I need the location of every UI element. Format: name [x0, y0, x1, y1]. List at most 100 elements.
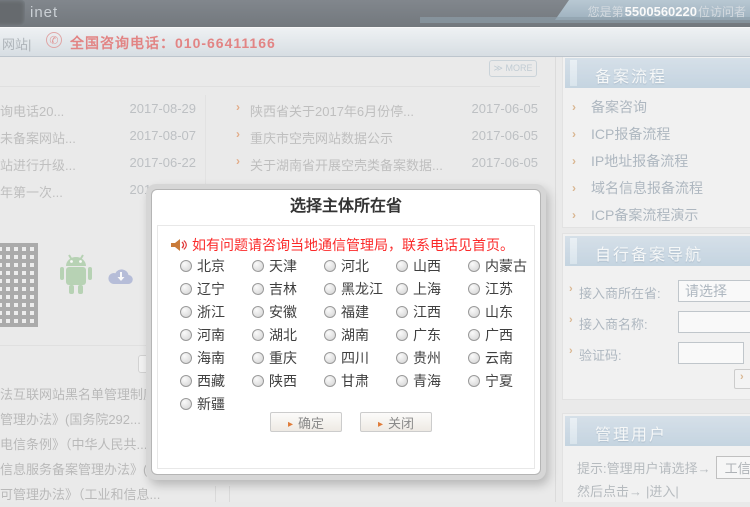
province-label: 河南 [197, 325, 225, 345]
province-option[interactable]: 福建 [324, 300, 396, 323]
confirm-label: 确定 [298, 413, 324, 432]
province-dialog-inner: 选择主体所在省 如有问题请咨询当地通信管理局，联系电话见首页。 北京 [151, 189, 541, 475]
radio-icon[interactable] [252, 352, 264, 364]
province-label: 黑龙江 [341, 279, 383, 299]
arrow-icon [378, 415, 383, 430]
radio-icon[interactable] [252, 375, 264, 387]
province-label: 河北 [341, 256, 369, 276]
province-label: 广西 [485, 325, 513, 345]
province-option[interactable]: 贵州 [396, 346, 468, 369]
radio-icon[interactable] [180, 260, 192, 272]
radio-icon[interactable] [468, 352, 480, 364]
province-label: 山东 [485, 302, 513, 322]
speaker-icon [170, 238, 187, 252]
radio-icon[interactable] [468, 283, 480, 295]
province-label: 重庆 [269, 348, 297, 368]
province-label: 广东 [413, 325, 441, 345]
province-option[interactable]: 广东 [396, 323, 468, 346]
province-label: 内蒙古 [485, 256, 527, 276]
radio-icon[interactable] [252, 283, 264, 295]
province-option[interactable]: 西藏 [180, 369, 252, 392]
province-option[interactable]: 湖北 [252, 323, 324, 346]
province-option[interactable]: 河南 [180, 323, 252, 346]
province-label: 新疆 [197, 394, 225, 414]
radio-icon[interactable] [180, 329, 192, 341]
province-option[interactable]: 安徽 [252, 300, 324, 323]
province-label: 陕西 [269, 371, 297, 391]
province-option[interactable]: 天津 [252, 254, 324, 277]
province-option[interactable]: 江苏 [468, 277, 540, 300]
radio-icon[interactable] [324, 260, 336, 272]
province-option[interactable]: 北京 [180, 254, 252, 277]
confirm-button[interactable]: 确定 [270, 412, 342, 432]
province-option[interactable]: 甘肃 [324, 369, 396, 392]
radio-icon[interactable] [252, 306, 264, 318]
radio-icon[interactable] [396, 375, 408, 387]
radio-icon[interactable] [324, 306, 336, 318]
radio-icon[interactable] [396, 306, 408, 318]
radio-icon[interactable] [468, 329, 480, 341]
province-option[interactable]: 四川 [324, 346, 396, 369]
province-option[interactable]: 宁夏 [468, 369, 540, 392]
radio-icon[interactable] [468, 260, 480, 272]
province-label: 江苏 [485, 279, 513, 299]
province-label: 辽宁 [197, 279, 225, 299]
province-label: 北京 [197, 256, 225, 276]
dialog-content: 如有问题请咨询当地通信管理局，联系电话见首页。 北京 天津 [157, 225, 535, 469]
radio-icon[interactable] [396, 352, 408, 364]
radio-icon[interactable] [324, 283, 336, 295]
province-option[interactable]: 海南 [180, 346, 252, 369]
radio-icon[interactable] [180, 352, 192, 364]
province-label: 四川 [341, 348, 369, 368]
province-option[interactable]: 浙江 [180, 300, 252, 323]
radio-icon[interactable] [180, 398, 192, 410]
province-option[interactable]: 内蒙古 [468, 254, 540, 277]
province-label: 湖北 [269, 325, 297, 345]
province-label: 海南 [197, 348, 225, 368]
radio-icon[interactable] [180, 375, 192, 387]
province-label: 吉林 [269, 279, 297, 299]
radio-icon[interactable] [396, 260, 408, 272]
province-option[interactable]: 山西 [396, 254, 468, 277]
province-label: 云南 [485, 348, 513, 368]
province-option[interactable]: 辽宁 [180, 277, 252, 300]
province-option[interactable]: 河北 [324, 254, 396, 277]
province-label: 江西 [413, 302, 441, 322]
province-option[interactable]: 广西 [468, 323, 540, 346]
province-label: 宁夏 [485, 371, 513, 391]
province-label: 安徽 [269, 302, 297, 322]
province-option[interactable]: 湖南 [324, 323, 396, 346]
province-label: 天津 [269, 256, 297, 276]
radio-icon[interactable] [324, 329, 336, 341]
province-option[interactable]: 黑龙江 [324, 277, 396, 300]
province-option[interactable]: 吉林 [252, 277, 324, 300]
notice-text: 如有问题请咨询当地通信管理局，联系电话见首页。 [192, 235, 514, 255]
radio-icon[interactable] [324, 375, 336, 387]
close-label: 关闭 [388, 413, 414, 432]
dialog-buttons: 确定 关闭 [158, 412, 534, 432]
province-option[interactable]: 山东 [468, 300, 540, 323]
province-option[interactable]: 青海 [396, 369, 468, 392]
province-label: 上海 [413, 279, 441, 299]
radio-icon[interactable] [252, 329, 264, 341]
province-option[interactable]: 云南 [468, 346, 540, 369]
province-option[interactable]: 江西 [396, 300, 468, 323]
dialog-notice: 如有问题请咨询当地通信管理局，联系电话见首页。 [170, 235, 514, 255]
close-button[interactable]: 关闭 [360, 412, 432, 432]
radio-icon[interactable] [180, 306, 192, 318]
province-option[interactable]: 重庆 [252, 346, 324, 369]
province-label: 西藏 [197, 371, 225, 391]
arrow-icon [288, 415, 293, 430]
province-label: 贵州 [413, 348, 441, 368]
radio-icon[interactable] [252, 260, 264, 272]
radio-icon[interactable] [180, 283, 192, 295]
province-label: 湖南 [341, 325, 369, 345]
radio-icon[interactable] [468, 375, 480, 387]
radio-icon[interactable] [396, 329, 408, 341]
dialog-title: 选择主体所在省 [152, 190, 540, 224]
radio-icon[interactable] [396, 283, 408, 295]
province-option[interactable]: 陕西 [252, 369, 324, 392]
radio-icon[interactable] [468, 306, 480, 318]
radio-icon[interactable] [324, 352, 336, 364]
province-option[interactable]: 上海 [396, 277, 468, 300]
